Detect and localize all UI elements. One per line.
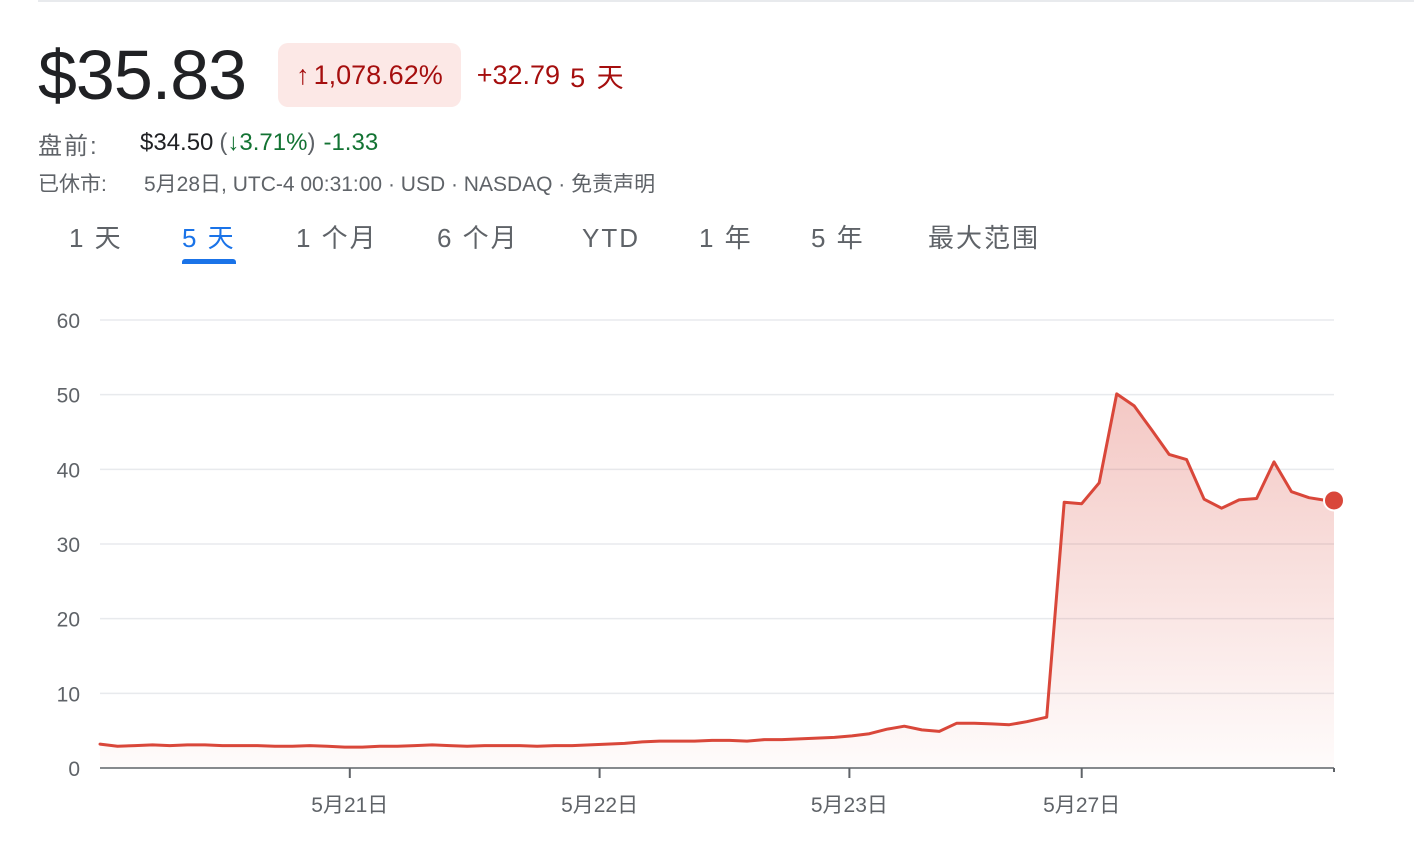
y-tick-label: 60: [57, 310, 80, 333]
premarket-change: -1.33: [323, 129, 379, 156]
premarket-label: 盘前:: [38, 132, 99, 160]
tab-6-month[interactable]: 6 个月: [437, 214, 519, 266]
change-info: +32.79 5 天: [477, 56, 626, 95]
market-status-label: 已休市:: [38, 173, 107, 196]
y-tick-label: 0: [68, 758, 80, 781]
x-tick-label: 5月27日: [1043, 794, 1120, 817]
arrow-up-icon: ↑: [296, 59, 310, 90]
y-tick-label: 30: [57, 534, 80, 557]
tab-5-year[interactable]: 5 年: [811, 214, 865, 266]
change-period: 5 天: [570, 62, 626, 93]
arrow-down-icon: ↓: [227, 129, 240, 156]
y-tick-label: 10: [57, 683, 80, 706]
x-tick-label: 5月21日: [311, 794, 388, 817]
tab-ytd[interactable]: YTD: [582, 214, 640, 266]
premarket-close-paren: ): [307, 129, 316, 156]
market-status-details: 5月28日, UTC-4 00:31:00 · USD · NASDAQ · 免…: [144, 173, 656, 196]
active-tab-indicator: [182, 259, 236, 264]
tab-5-day[interactable]: 5 天: [182, 214, 236, 266]
current-price: $35.83: [38, 36, 247, 114]
tab-max[interactable]: 最大范围: [928, 214, 1040, 266]
price-chart: 0 10 20 30 40 50 60 5月21日 5月22日 5月23日 5月27日: [57, 310, 1345, 817]
quote-header: $35.83 ↑ 1,078.62% +32.79 5 天: [38, 40, 626, 110]
premarket-percent: 3.71%: [239, 129, 308, 156]
tab-1-year[interactable]: 1 年: [699, 214, 753, 266]
x-tick-label: 5月23日: [811, 794, 888, 817]
premarket-open-paren: (: [219, 129, 228, 156]
x-tick-label: 5月22日: [561, 794, 638, 817]
premarket-row: 盘前: $34.50 ( ↓ 3.71% ) -1.33: [38, 126, 378, 160]
price-area: [100, 393, 1334, 768]
change-percent-badge: ↑ 1,078.62%: [278, 43, 461, 107]
y-tick-label: 20: [57, 609, 80, 632]
tab-1-day[interactable]: 1 天: [69, 214, 123, 266]
change-percent: 1,078.62%: [313, 59, 443, 90]
premarket-price: $34.50: [140, 129, 214, 156]
y-tick-label: 50: [57, 385, 80, 408]
y-tick-label: 40: [57, 459, 80, 482]
change-value: +32.79: [476, 59, 561, 90]
last-price-dot[interactable]: [1323, 489, 1345, 512]
range-tabs: 1 天 5 天 1 个月 6 个月 YTD 1 年 5 年 最大范围: [38, 214, 1138, 266]
top-divider: [38, 0, 1414, 2]
tab-1-month[interactable]: 1 个月: [296, 214, 378, 266]
market-status-row: 已休市: 5月28日, UTC-4 00:31:00 · USD · NASDA…: [38, 168, 655, 198]
